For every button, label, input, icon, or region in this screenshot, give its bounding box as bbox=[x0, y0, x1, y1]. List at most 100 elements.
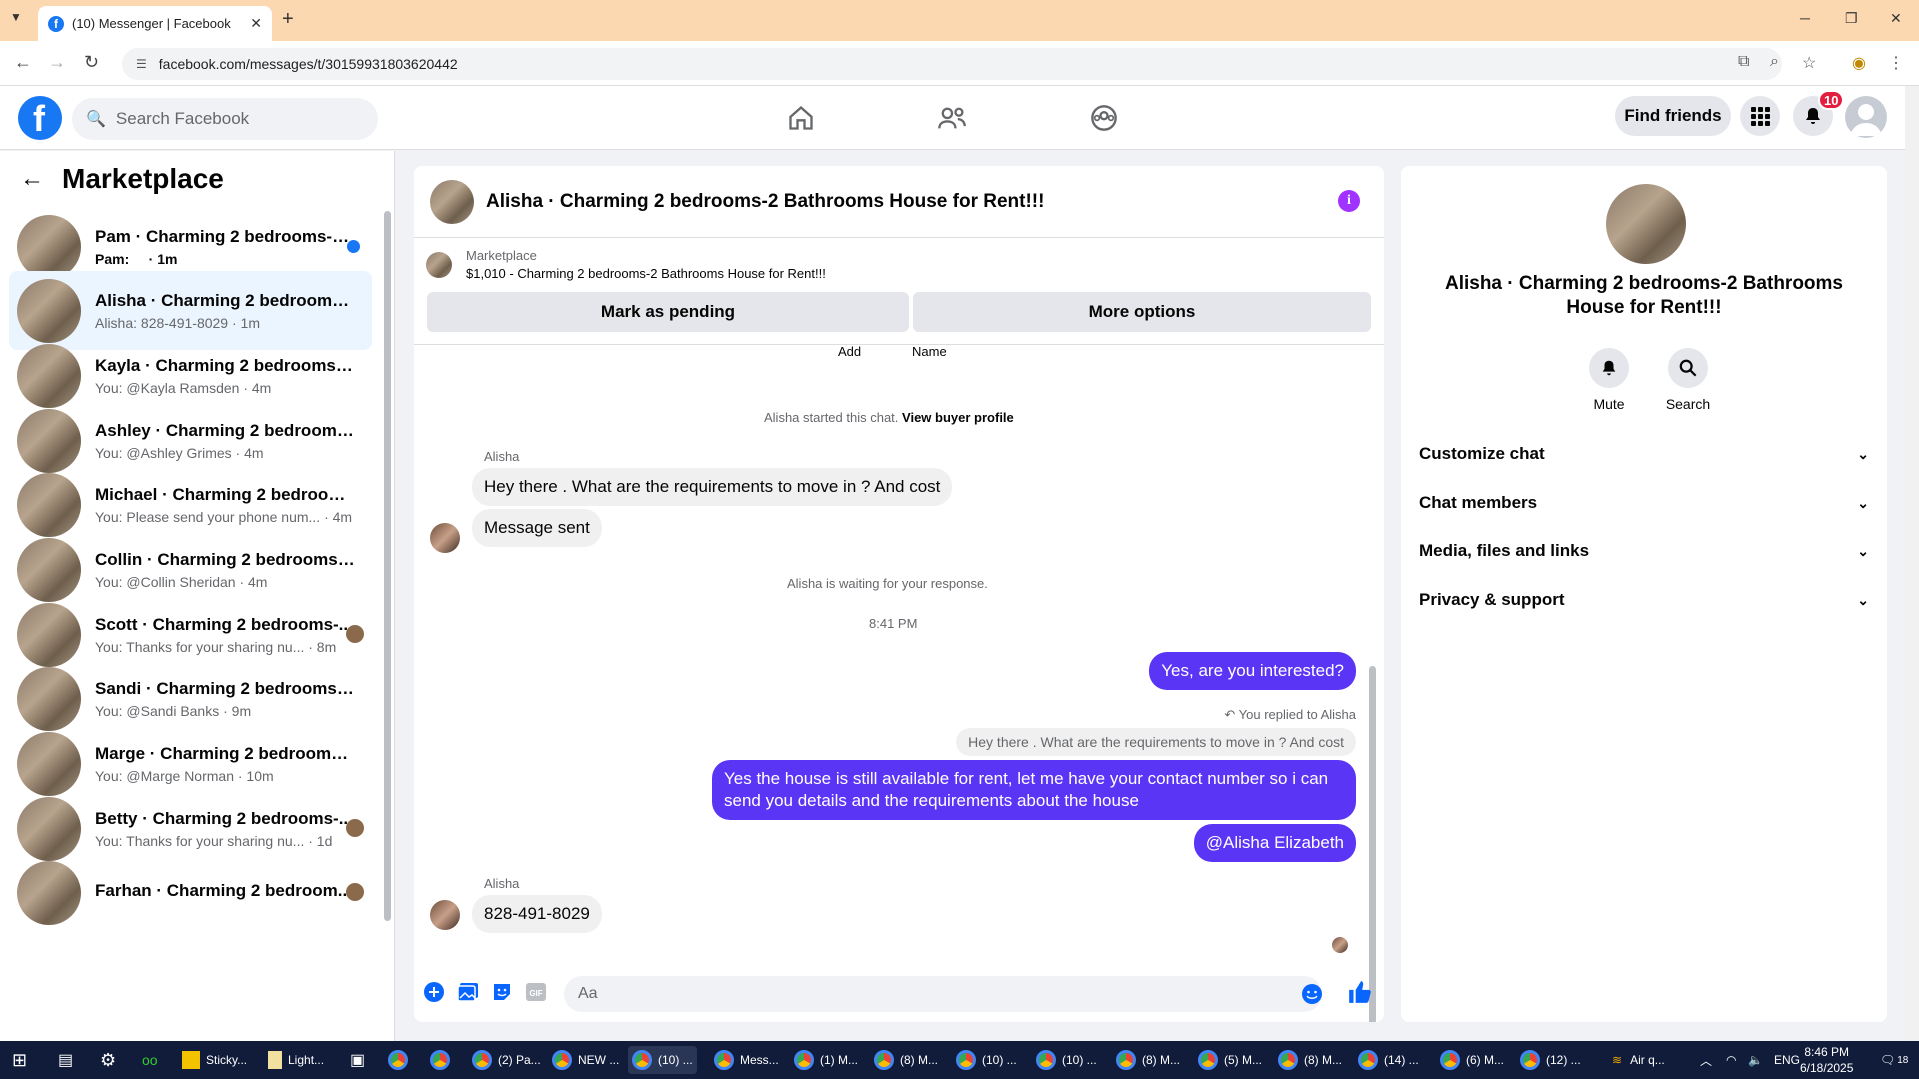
taskbar-window[interactable]: (14) ... bbox=[1358, 1046, 1419, 1074]
mute-button[interactable]: Mute bbox=[1579, 348, 1639, 412]
site-info-icon[interactable]: ☰ bbox=[136, 57, 147, 71]
incoming-message[interactable]: Hey there . What are the requirements to… bbox=[472, 468, 953, 506]
back-arrow-icon[interactable]: ← bbox=[20, 165, 44, 193]
mark-as-pending-button[interactable]: Mark as pending bbox=[427, 292, 909, 332]
taskbar-window[interactable]: (8) M... bbox=[1116, 1046, 1180, 1074]
friends-icon[interactable] bbox=[932, 100, 972, 136]
forward-icon[interactable]: → bbox=[48, 52, 66, 73]
incoming-message[interactable]: Message sent bbox=[472, 509, 602, 547]
conversation-preview: You: @Ashley Grimes · 4m bbox=[95, 444, 264, 461]
sticker-icon[interactable] bbox=[490, 980, 514, 1004]
info-icon[interactable]: i bbox=[1338, 190, 1360, 212]
address-bar[interactable]: ☰ facebook.com/messages/t/30159931803620… bbox=[122, 48, 1782, 80]
view-buyer-profile-link[interactable]: View buyer profile bbox=[902, 410, 1014, 425]
close-window-icon[interactable]: ✕ bbox=[1890, 10, 1902, 27]
notifications-badge: 10 bbox=[1818, 90, 1845, 110]
show-hidden-icons-chevron-up-icon[interactable]: ︿ bbox=[1700, 1046, 1712, 1074]
wifi-icon[interactable]: ◠ bbox=[1726, 1046, 1736, 1074]
chat-title[interactable]: Alisha · Charming 2 bedrooms-2 Bathrooms… bbox=[486, 191, 1044, 213]
browser-menu-icon[interactable]: ⋮ bbox=[1888, 53, 1904, 73]
taskbar-window[interactable]: (6) M... bbox=[1440, 1046, 1504, 1074]
taskbar-window[interactable]: (8) M... bbox=[874, 1046, 938, 1074]
listing-large-thumbnail[interactable] bbox=[1606, 184, 1686, 264]
taskbar-window[interactable]: (1) M... bbox=[794, 1046, 858, 1074]
chat-started-text: Alisha started this chat. bbox=[764, 410, 899, 425]
chrome-icon bbox=[874, 1050, 894, 1070]
windows-start-icon[interactable]: ⊞ bbox=[12, 1046, 27, 1074]
taskbar-window[interactable]: Mess... bbox=[714, 1046, 779, 1074]
facebook-logo-icon[interactable]: f bbox=[18, 96, 62, 140]
app-icon[interactable]: ▣ bbox=[350, 1046, 365, 1074]
taskbar-light[interactable]: Light... bbox=[268, 1046, 324, 1074]
quoted-message[interactable]: Hey there . What are the requirements to… bbox=[956, 728, 1356, 756]
taskbar-window[interactable]: (12) ... bbox=[1520, 1046, 1581, 1074]
settings-gear-icon[interactable]: ⚙ bbox=[100, 1046, 116, 1074]
volume-icon[interactable]: 🔈 bbox=[1748, 1046, 1763, 1074]
language-indicator[interactable]: ENG bbox=[1774, 1046, 1800, 1074]
incoming-message[interactable]: 828-491-8029 bbox=[472, 895, 602, 933]
privacy-support-row[interactable]: Privacy & support ⌄ bbox=[1419, 580, 1869, 620]
outgoing-message[interactable]: Yes the house is still available for ren… bbox=[712, 760, 1356, 820]
listing-thumbnail bbox=[17, 731, 81, 796]
back-icon[interactable]: ← bbox=[14, 52, 32, 73]
attach-photo-icon[interactable] bbox=[456, 980, 480, 1004]
outgoing-message-mention[interactable]: @Alisha Elizabeth bbox=[1193, 824, 1356, 862]
app-icon[interactable] bbox=[388, 1046, 414, 1074]
tab-search-chevron-icon[interactable]: ▼ bbox=[10, 10, 22, 24]
sidebar-scrollbar[interactable] bbox=[384, 211, 391, 921]
chevron-down-icon: ⌄ bbox=[1857, 494, 1869, 511]
account-avatar[interactable] bbox=[1845, 96, 1887, 138]
customize-chat-row[interactable]: Customize chat ⌄ bbox=[1419, 434, 1869, 474]
install-app-icon[interactable]: ⧉ bbox=[1738, 53, 1749, 71]
taskbar-window[interactable]: (10) ... bbox=[1036, 1046, 1097, 1074]
profile-icon[interactable]: ◉ bbox=[1852, 53, 1866, 73]
more-actions-plus-icon[interactable] bbox=[422, 980, 446, 1004]
like-thumbs-up-icon[interactable] bbox=[1346, 978, 1374, 1006]
message-input[interactable]: Aa bbox=[564, 976, 1322, 1012]
chevron-down-icon: ⌄ bbox=[1857, 591, 1869, 608]
conversation-name: Scott · Charming 2 bedrooms-... bbox=[95, 614, 353, 634]
taskbar-window[interactable]: (10) ... bbox=[956, 1046, 1017, 1074]
conversation-item[interactable]: Farhan · Charming 2 bedroom... bbox=[9, 853, 372, 932]
sidebar-title: Marketplace bbox=[62, 163, 224, 194]
close-tab-icon[interactable]: ✕ bbox=[250, 15, 262, 32]
emoji-icon[interactable] bbox=[1300, 982, 1324, 1006]
air-quality-widget[interactable]: ≋ Air q... bbox=[1612, 1046, 1665, 1074]
alisha-avatar[interactable] bbox=[430, 523, 460, 553]
page-scrollbar[interactable] bbox=[1905, 86, 1919, 1041]
app-icon[interactable] bbox=[430, 1046, 456, 1074]
taskbar-window[interactable]: (8) M... bbox=[1278, 1046, 1342, 1074]
notification-center[interactable]: 🗨 18 bbox=[1880, 1046, 1908, 1074]
chrome-icon bbox=[956, 1050, 976, 1070]
system-clock[interactable]: 8:46 PM 6/18/2025 bbox=[1800, 1044, 1853, 1076]
home-icon[interactable] bbox=[781, 100, 821, 136]
bookmark-star-icon[interactable]: ☆ bbox=[1802, 53, 1816, 73]
taskbar-window[interactable]: NEW ... bbox=[552, 1046, 619, 1074]
find-friends-button[interactable]: Find friends bbox=[1615, 96, 1731, 136]
taskbar-window[interactable]: (2) Pa... bbox=[472, 1046, 541, 1074]
gif-icon[interactable]: GIF bbox=[524, 980, 548, 1004]
marketplace-listing-bar[interactable]: Marketplace $1,010 - Charming 2 bedrooms… bbox=[426, 248, 826, 281]
outgoing-message[interactable]: Yes, are you interested? bbox=[1149, 652, 1356, 690]
chat-listing-thumbnail[interactable] bbox=[430, 179, 474, 224]
restore-icon[interactable]: ❐ bbox=[1845, 10, 1858, 27]
reload-icon[interactable]: ↻ bbox=[84, 52, 99, 73]
taskbar-sticky[interactable]: Sticky... bbox=[182, 1046, 247, 1074]
search-in-chat-button[interactable]: Search bbox=[1658, 348, 1718, 412]
more-options-button[interactable]: More options bbox=[913, 292, 1371, 332]
zoom-icon[interactable]: ⌕ bbox=[1770, 53, 1779, 71]
taskbar-window-active[interactable]: (10) ... bbox=[628, 1046, 697, 1074]
taskbar-window[interactable]: (5) M... bbox=[1198, 1046, 1262, 1074]
alisha-avatar[interactable] bbox=[430, 900, 460, 930]
menu-grid-icon[interactable] bbox=[1740, 96, 1780, 136]
chat-scrollbar[interactable] bbox=[1369, 356, 1376, 1022]
app-icon[interactable]: oo bbox=[142, 1046, 158, 1074]
media-files-links-row[interactable]: Media, files and links ⌄ bbox=[1419, 531, 1869, 571]
minimize-icon[interactable]: ─ bbox=[1800, 10, 1810, 26]
search-facebook-input[interactable]: 🔍 Search Facebook bbox=[72, 98, 378, 140]
browser-tab-messenger[interactable]: f (10) Messenger | Facebook ✕ bbox=[38, 6, 272, 41]
new-tab-icon[interactable]: + bbox=[282, 8, 294, 31]
groups-icon[interactable] bbox=[1084, 100, 1124, 136]
app-icon[interactable]: ▤ bbox=[58, 1046, 73, 1074]
chat-members-row[interactable]: Chat members ⌄ bbox=[1419, 483, 1869, 523]
